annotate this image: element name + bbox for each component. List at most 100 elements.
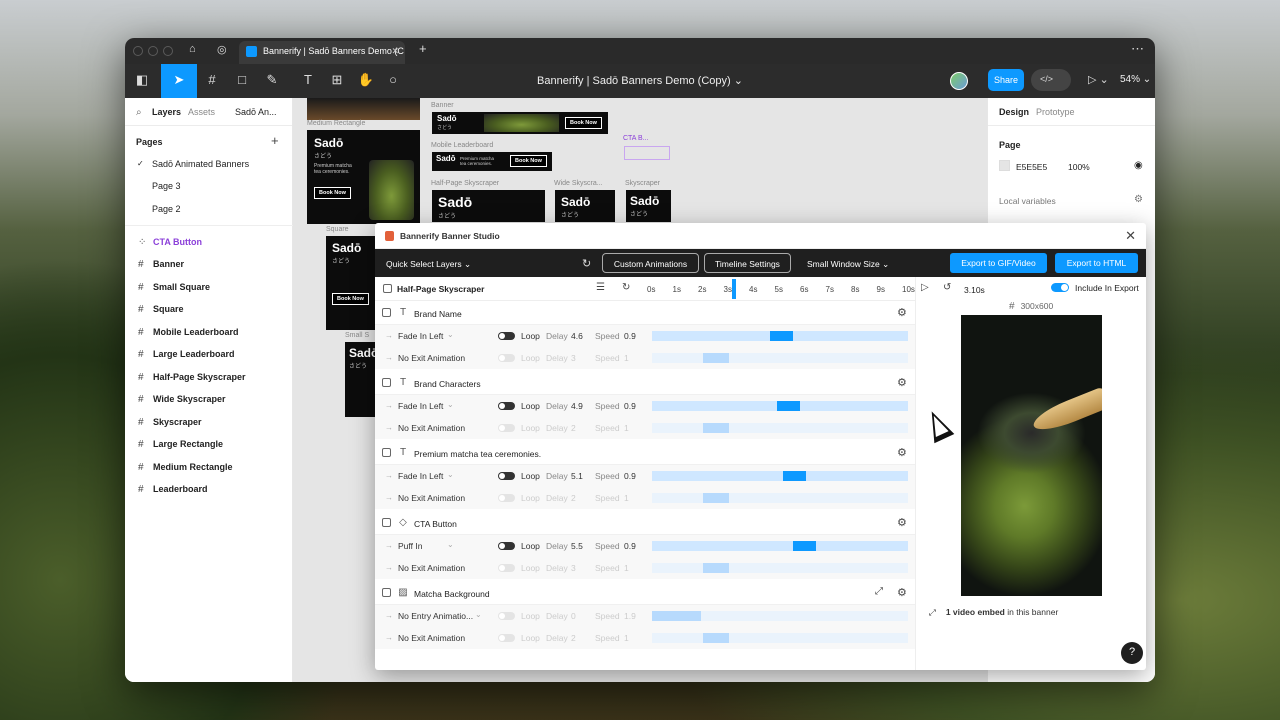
animation-select[interactable]: Fade In Left: [398, 471, 443, 481]
mobile-leaderboard-frame[interactable]: Sadō Premium matcha tea ceremonies. Book…: [432, 152, 552, 171]
delay-value[interactable]: 4.6: [571, 331, 583, 341]
layer-item[interactable]: # Leaderboard: [138, 484, 208, 498]
banner-frame[interactable]: Sadō さどう Book Now: [432, 112, 608, 134]
layer-item[interactable]: ⁘ CTA Button: [138, 237, 202, 251]
animation-segment[interactable]: [703, 353, 729, 363]
animation-segment[interactable]: [703, 563, 729, 573]
delay-value[interactable]: 3: [571, 353, 576, 363]
window-close-dot[interactable]: [133, 46, 143, 56]
globe-icon[interactable]: ◎: [217, 43, 227, 56]
loop-toggle[interactable]: [498, 542, 515, 550]
animation-select[interactable]: No Entry Animatio...: [398, 611, 473, 621]
animation-track[interactable]: [652, 353, 908, 363]
animation-segment[interactable]: [777, 401, 801, 411]
tab-layers[interactable]: Layers: [152, 107, 181, 117]
half-page-frame[interactable]: Sadō さどう: [432, 190, 545, 222]
layer-header-row[interactable]: T Premium matcha tea ceremonies. ⚙: [375, 441, 915, 465]
animation-select[interactable]: No Exit Animation: [398, 563, 465, 573]
layer-header-row[interactable]: T Brand Characters ⚙: [375, 371, 915, 395]
animation-segment[interactable]: [652, 611, 701, 621]
tab-assets[interactable]: Assets: [188, 107, 215, 117]
animation-track[interactable]: [652, 633, 908, 643]
custom-animations-button[interactable]: Custom Animations: [602, 253, 699, 273]
window-zoom-dot[interactable]: [163, 46, 173, 56]
help-button[interactable]: ?: [1121, 642, 1143, 664]
animation-select[interactable]: No Exit Animation: [398, 633, 465, 643]
layer-item[interactable]: # Large Leaderboard: [138, 349, 235, 363]
animation-segment[interactable]: [703, 423, 729, 433]
layer-item[interactable]: # Medium Rectangle: [138, 462, 233, 476]
animation-track[interactable]: [652, 611, 908, 621]
gear-icon[interactable]: ⚙: [897, 306, 907, 319]
animation-track[interactable]: [652, 423, 908, 433]
delay-value[interactable]: 3: [571, 563, 576, 573]
speed-value[interactable]: 1: [624, 633, 629, 643]
page-item[interactable]: Page 2: [152, 204, 181, 214]
page-item[interactable]: Sadō Animated Banners: [152, 159, 249, 169]
new-tab-icon[interactable]: +: [419, 41, 427, 56]
dev-mode-toggle[interactable]: </>: [1031, 69, 1071, 91]
speed-value[interactable]: 0.9: [624, 471, 636, 481]
export-html-button[interactable]: Export to HTML: [1055, 253, 1138, 273]
skyscraper-frame[interactable]: Sadō さどう: [626, 190, 671, 222]
window-size-dropdown[interactable]: Small Window Size ⌄: [807, 259, 889, 270]
speed-value[interactable]: 0.9: [624, 541, 636, 551]
bg-hex-value[interactable]: E5E5E5: [1016, 162, 1047, 172]
animation-select[interactable]: No Exit Animation: [398, 493, 465, 503]
layer-item[interactable]: # Wide Skyscraper: [138, 394, 225, 408]
close-icon[interactable]: ✕: [1125, 228, 1136, 244]
speed-value[interactable]: 0.9: [624, 401, 636, 411]
window-minimize-dot[interactable]: [148, 46, 158, 56]
export-gif-button[interactable]: Export to GIF/Video: [950, 253, 1047, 273]
animation-select[interactable]: Fade In Left: [398, 331, 443, 341]
frame-thumbnail[interactable]: [307, 98, 420, 120]
layer-checkbox[interactable]: [382, 308, 391, 317]
layer-item[interactable]: # Skyscraper: [138, 417, 202, 431]
tab-design[interactable]: Design: [999, 107, 1029, 117]
layer-item[interactable]: # Square: [138, 304, 184, 318]
animation-track[interactable]: [652, 563, 908, 573]
book-now-button[interactable]: Book Now: [565, 117, 602, 129]
delay-value[interactable]: 2: [571, 423, 576, 433]
animation-select[interactable]: Fade In Left: [398, 401, 443, 411]
delay-value[interactable]: 5.5: [571, 541, 583, 551]
animation-track[interactable]: [652, 401, 908, 411]
animation-track[interactable]: [652, 471, 908, 481]
more-icon[interactable]: ⋯: [1131, 41, 1144, 57]
speed-value[interactable]: 1: [624, 353, 629, 363]
book-now-button[interactable]: Book Now: [314, 187, 351, 199]
tab-prototype[interactable]: Prototype: [1036, 107, 1075, 117]
search-icon[interactable]: ⌕: [136, 107, 142, 118]
gear-icon[interactable]: ⚙: [897, 586, 907, 599]
speed-value[interactable]: 0.9: [624, 331, 636, 341]
layer-header-row[interactable]: T Brand Name ⚙: [375, 301, 915, 325]
animation-segment[interactable]: [769, 331, 793, 341]
loop-toggle[interactable]: [498, 402, 515, 410]
share-button[interactable]: Share: [988, 69, 1024, 91]
present-icon[interactable]: ▷ ⌄: [1088, 73, 1109, 86]
gear-icon[interactable]: ⚙: [897, 376, 907, 389]
animation-track[interactable]: [652, 331, 908, 341]
loop-toggle[interactable]: [498, 354, 515, 362]
loop-toggle[interactable]: [498, 424, 515, 432]
layer-item[interactable]: # Half-Page Skyscraper: [138, 372, 246, 386]
gear-icon[interactable]: ⚙: [897, 516, 907, 529]
browser-tab[interactable]: Bannerify | Sadō Banners Demo (C ✕: [239, 41, 405, 64]
layer-item[interactable]: # Large Rectangle: [138, 439, 223, 453]
book-now-button[interactable]: Book Now: [332, 293, 369, 305]
bg-opacity-value[interactable]: 100%: [1068, 162, 1090, 172]
square-frame[interactable]: Sadō さどう Book Now: [326, 236, 376, 330]
eye-icon[interactable]: ◉: [1134, 160, 1143, 171]
layer-checkbox[interactable]: [382, 518, 391, 527]
loop-icon[interactable]: ↻: [622, 282, 630, 293]
list-icon[interactable]: ☰: [596, 282, 605, 293]
animation-select[interactable]: No Exit Animation: [398, 423, 465, 433]
color-swatch[interactable]: [999, 160, 1010, 171]
user-avatar[interactable]: [950, 72, 968, 90]
delay-value[interactable]: 0: [571, 611, 576, 621]
wide-skyscraper-frame[interactable]: Sadō さどう: [555, 190, 615, 222]
embed-icon[interactable]: ⤢: [875, 586, 883, 597]
animation-segment[interactable]: [792, 541, 816, 551]
home-icon[interactable]: ⌂: [189, 43, 196, 55]
speed-value[interactable]: 1: [624, 493, 629, 503]
